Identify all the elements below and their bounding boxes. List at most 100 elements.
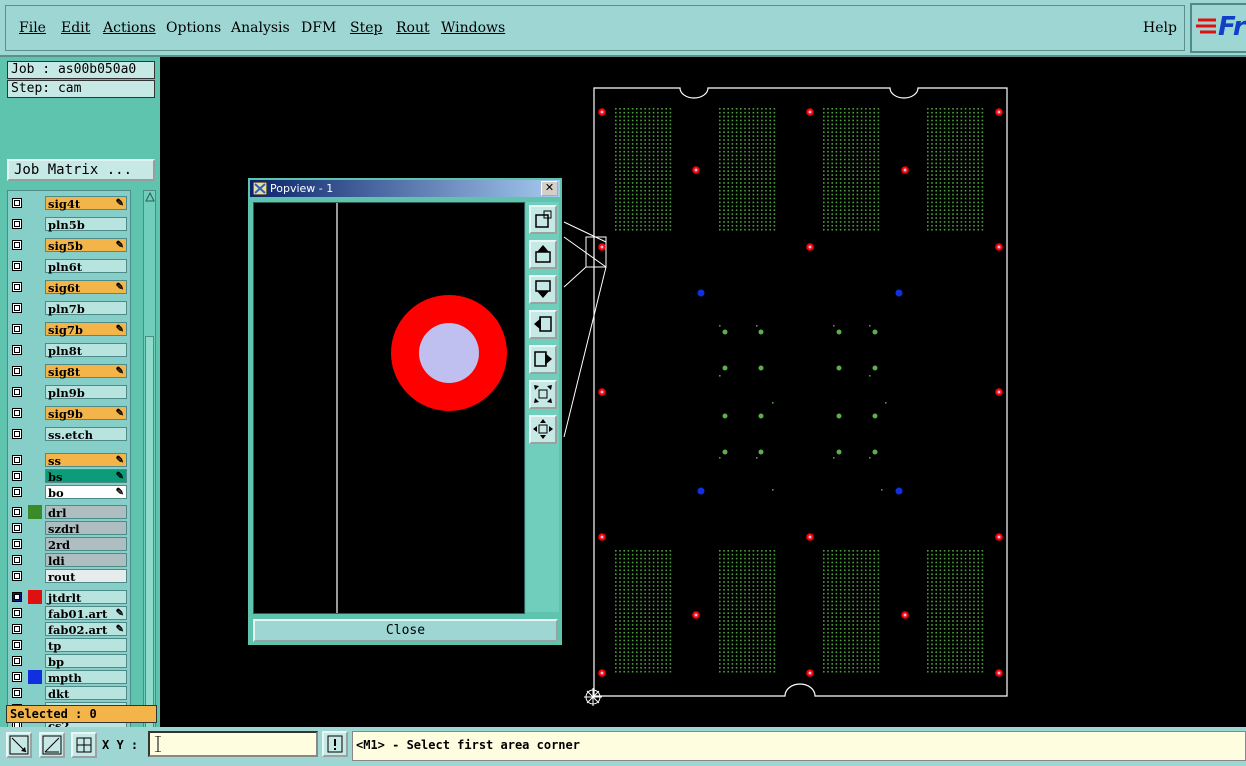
layer-name[interactable]: tp [45, 638, 127, 653]
menu-actions[interactable]: Actions [103, 20, 156, 36]
scrollbar-thumb[interactable] [145, 336, 154, 746]
zoom-home-button[interactable] [529, 415, 557, 444]
layer-row[interactable]: ss ✎ [8, 452, 130, 468]
layer-checkbox[interactable] [12, 303, 22, 313]
layer-checkbox[interactable] [12, 282, 22, 292]
layer-name[interactable]: ss.etch [45, 427, 127, 442]
layer-row[interactable]: 2rd [8, 536, 130, 552]
measure-button[interactable] [6, 732, 32, 758]
layer-checkbox[interactable] [12, 261, 22, 271]
layer-name[interactable]: mpth [45, 670, 127, 685]
layer-row[interactable]: ldi [8, 552, 130, 568]
layer-row[interactable]: pln9b [8, 384, 130, 400]
layer-name[interactable]: bp [45, 654, 127, 669]
menu-edit[interactable]: Edit [61, 20, 90, 36]
layer-row[interactable]: sig7b ✎ [8, 321, 130, 337]
layer-row[interactable]: sig4t ✎ [8, 195, 130, 211]
layer-checkbox[interactable] [12, 455, 22, 465]
close-icon[interactable]: ✕ [541, 181, 558, 196]
layer-name[interactable]: pln8t [45, 343, 127, 358]
layer-checkbox[interactable] [12, 324, 22, 334]
menu-analysis[interactable]: Analysis [231, 20, 290, 36]
layer-row[interactable]: sig5b ✎ [8, 237, 130, 253]
layer-row[interactable]: pln5b [8, 216, 130, 232]
layer-name[interactable]: pln5b [45, 217, 127, 232]
layer-name[interactable]: 2rd [45, 537, 127, 552]
layer-name[interactable]: drl [45, 505, 127, 520]
layer-checkbox[interactable] [12, 471, 22, 481]
layer-checkbox[interactable] [12, 408, 22, 418]
pan-up-button[interactable] [529, 240, 557, 269]
layer-checkbox[interactable] [12, 387, 22, 397]
layer-row[interactable]: pln6t [8, 258, 130, 274]
menu-rout[interactable]: Rout [396, 20, 430, 36]
layer-row[interactable]: bp [8, 653, 130, 669]
layer-name[interactable]: ldi [45, 553, 127, 568]
layer-row[interactable]: tp [8, 637, 130, 653]
menu-help[interactable]: Help [1143, 20, 1177, 36]
layer-name[interactable]: pln7b [45, 301, 127, 316]
layer-row[interactable]: rout [8, 568, 130, 584]
layer-checkbox[interactable] [12, 624, 22, 634]
pan-left-button[interactable] [529, 310, 557, 339]
menu-dfm[interactable]: DFM [301, 20, 336, 36]
layer-name[interactable]: fab02.art ✎ [45, 622, 127, 637]
pan-right-button[interactable] [529, 345, 557, 374]
popview-close-button[interactable]: Close [253, 619, 558, 642]
xy-input[interactable] [148, 731, 318, 757]
layer-checkbox[interactable] [12, 429, 22, 439]
layer-checkbox[interactable] [12, 672, 22, 682]
layer-row[interactable]: drl [8, 504, 130, 520]
layer-row[interactable]: sig6t ✎ [8, 279, 130, 295]
layer-name[interactable]: bs ✎ [45, 469, 127, 484]
layer-list-scrollbar[interactable] [143, 190, 156, 758]
layer-checkbox[interactable] [12, 592, 22, 602]
layer-name[interactable]: pln9b [45, 385, 127, 400]
message-button[interactable] [322, 731, 348, 757]
layer-name[interactable]: ss ✎ [45, 453, 127, 468]
menu-step[interactable]: Step [350, 20, 382, 36]
layer-checkbox[interactable] [12, 240, 22, 250]
menu-file[interactable]: File [19, 20, 46, 36]
layer-name[interactable]: szdrl [45, 521, 127, 536]
layer-name[interactable]: sig7b ✎ [45, 322, 127, 337]
layer-row[interactable]: szdrl [8, 520, 130, 536]
layer-name[interactable]: sig6t ✎ [45, 280, 127, 295]
layer-checkbox[interactable] [12, 198, 22, 208]
scroll-up-arrow-icon[interactable] [145, 192, 155, 202]
layer-checkbox[interactable] [12, 345, 22, 355]
layer-name[interactable]: fab01.art ✎ [45, 606, 127, 621]
layer-row[interactable]: bo ✎ [8, 484, 130, 500]
layer-row[interactable]: sig8t ✎ [8, 363, 130, 379]
layer-checkbox[interactable] [12, 608, 22, 618]
layer-checkbox[interactable] [12, 523, 22, 533]
layer-checkbox[interactable] [12, 555, 22, 565]
zoom-out-button[interactable] [529, 380, 557, 409]
layer-checkbox[interactable] [12, 640, 22, 650]
pan-down-button[interactable] [529, 275, 557, 304]
layer-name[interactable]: bo ✎ [45, 485, 127, 500]
layer-row[interactable]: dkt [8, 685, 130, 701]
job-matrix-button[interactable]: Job Matrix ... [7, 159, 155, 181]
layer-checkbox[interactable] [12, 539, 22, 549]
layer-row[interactable]: ss.etch [8, 426, 130, 442]
layer-row[interactable]: bs ✎ [8, 468, 130, 484]
layer-checkbox[interactable] [12, 487, 22, 497]
layer-name[interactable]: rout [45, 569, 127, 584]
layer-checkbox[interactable] [12, 507, 22, 517]
layer-checkbox[interactable] [12, 571, 22, 581]
layer-row[interactable]: jtdrlt [8, 589, 130, 605]
layer-row[interactable]: sig9b ✎ [8, 405, 130, 421]
layer-checkbox[interactable] [12, 688, 22, 698]
zoom-window-button[interactable] [529, 205, 557, 234]
popview-titlebar[interactable]: Popview - 1 ✕ [250, 180, 560, 197]
layer-name[interactable]: pln6t [45, 259, 127, 274]
grid-button[interactable] [71, 732, 97, 758]
layer-row[interactable]: pln8t [8, 342, 130, 358]
layer-row[interactable]: fab01.art ✎ [8, 605, 130, 621]
layer-row[interactable]: fab02.art ✎ [8, 621, 130, 637]
layer-checkbox[interactable] [12, 219, 22, 229]
popview-canvas[interactable] [253, 202, 525, 614]
layer-row[interactable]: pln7b [8, 300, 130, 316]
layer-name[interactable]: sig5b ✎ [45, 238, 127, 253]
